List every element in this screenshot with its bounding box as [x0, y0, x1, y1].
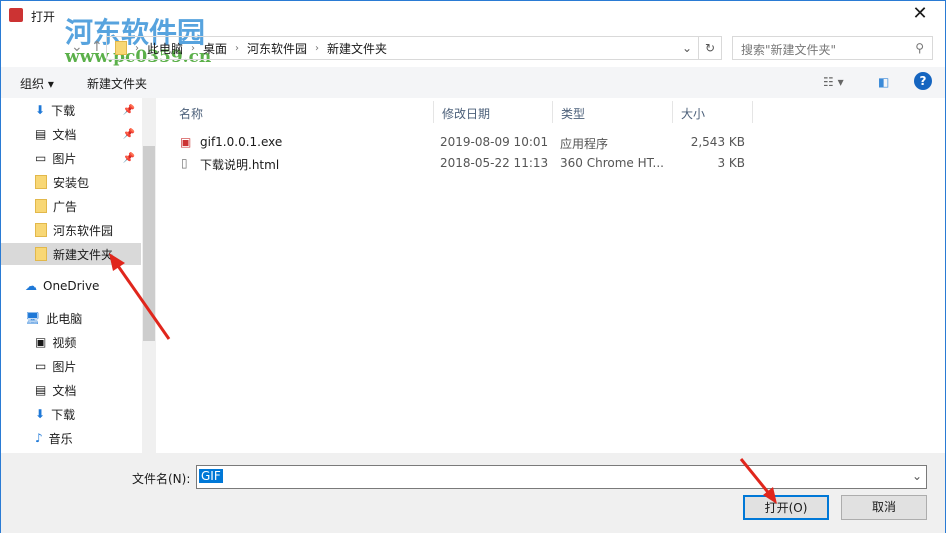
annotation-arrows — [109, 253, 777, 504]
